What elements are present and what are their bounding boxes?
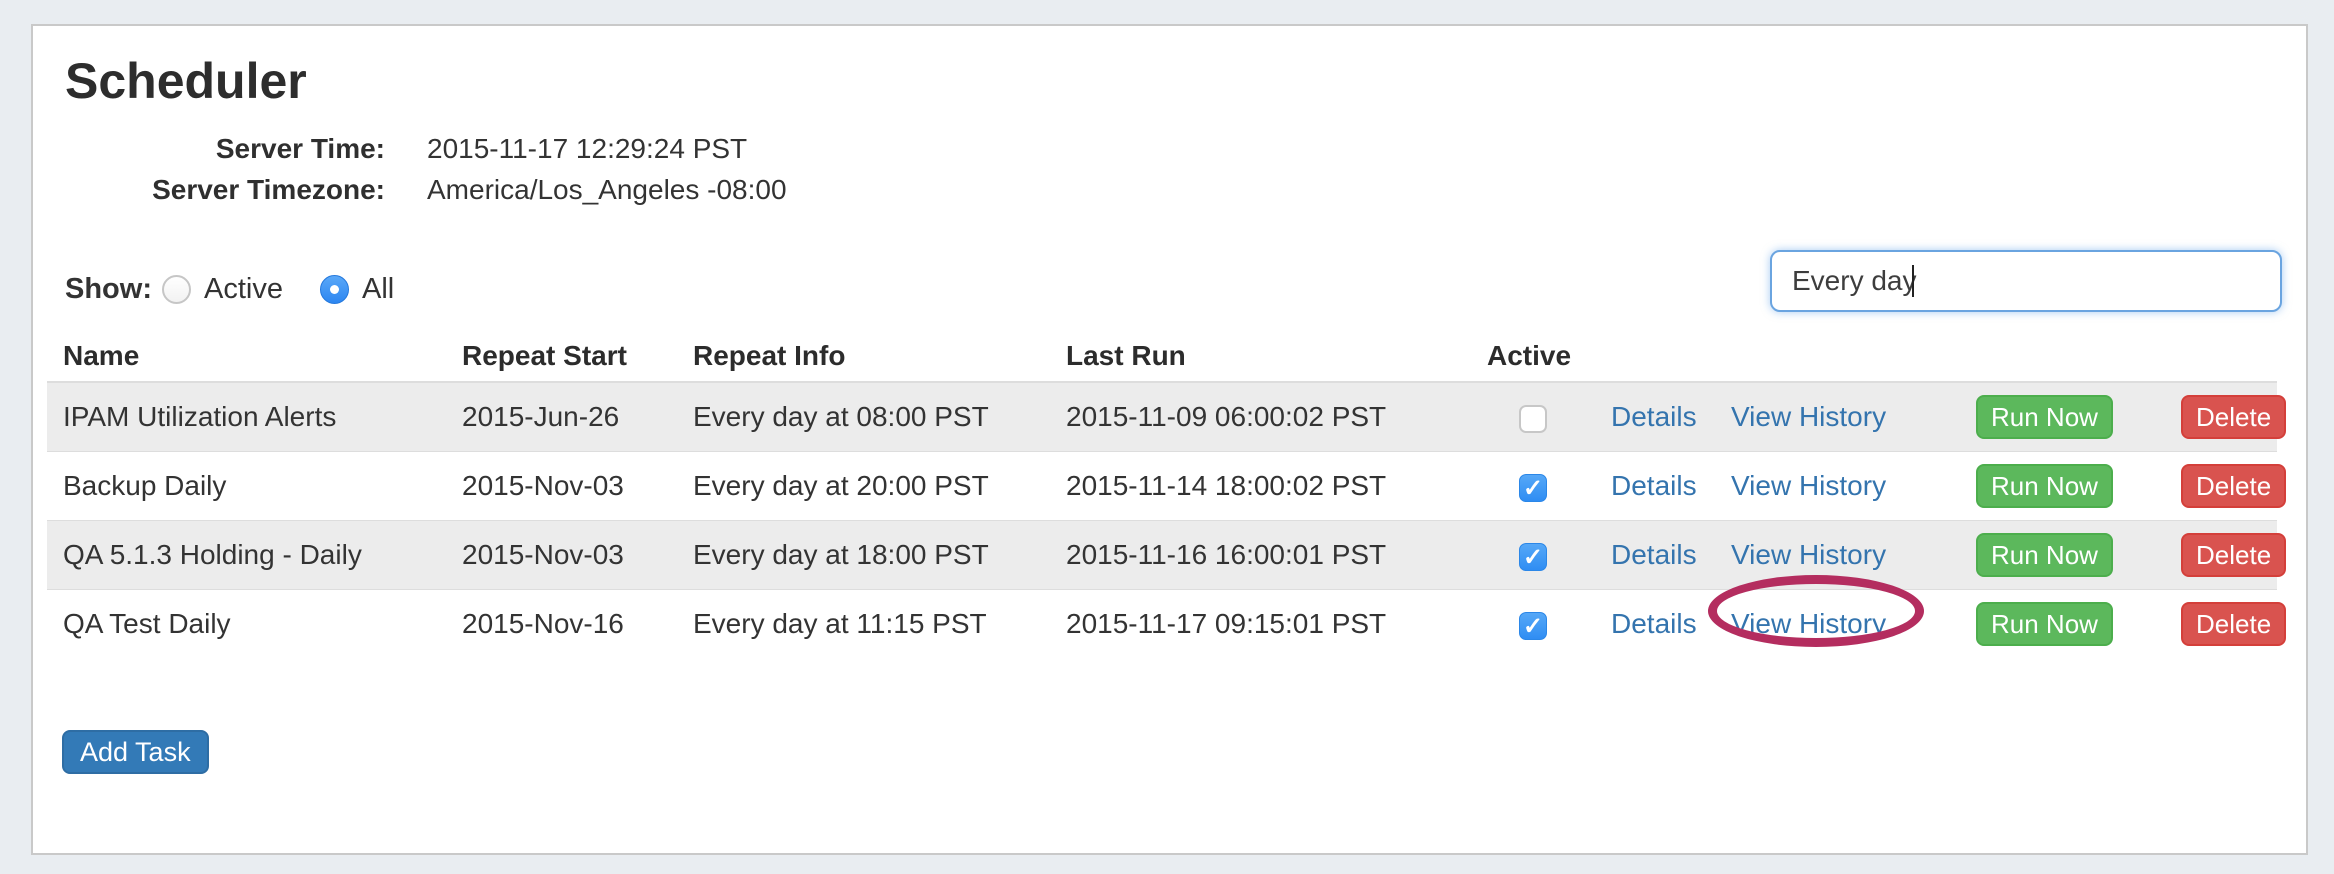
scheduler-table: Name Repeat Start Repeat Info Last Run A… — [47, 331, 2277, 658]
delete-cell: Delete — [2165, 521, 2277, 590]
view-history-cell: View History — [1715, 590, 1960, 659]
details-link[interactable]: Details — [1611, 401, 1697, 432]
header-repeat-start: Repeat Start — [446, 331, 677, 382]
header-actions-spacer — [1715, 331, 1960, 382]
radio-show-active-label[interactable]: Active — [204, 273, 283, 306]
table-row: Backup Daily 2015-Nov-03 Every day at 20… — [47, 452, 2277, 521]
task-name-cell: QA Test Daily — [47, 590, 446, 659]
repeat-start-cell: 2015-Nov-03 — [446, 452, 677, 521]
server-time-value: 2015-11-17 12:29:24 PST — [427, 128, 787, 169]
header-actions-spacer — [1595, 331, 1715, 382]
task-name-cell: QA 5.1.3 Holding - Daily — [47, 521, 446, 590]
view-history-link[interactable]: View History — [1731, 608, 1886, 639]
page-title: Scheduler — [65, 52, 307, 110]
delete-cell: Delete — [2165, 452, 2277, 521]
active-cell — [1471, 452, 1595, 521]
details-cell: Details — [1595, 452, 1715, 521]
run-now-cell: Run Now — [1960, 521, 2165, 590]
details-link[interactable]: Details — [1611, 608, 1697, 639]
repeat-start-cell: 2015-Nov-16 — [446, 590, 677, 659]
view-history-cell: View History — [1715, 521, 1960, 590]
delete-cell: Delete — [2165, 382, 2277, 452]
details-cell: Details — [1595, 590, 1715, 659]
active-checkbox[interactable] — [1519, 612, 1547, 640]
details-link[interactable]: Details — [1611, 539, 1697, 570]
last-run-cell: 2015-11-09 06:00:02 PST — [1050, 382, 1471, 452]
run-now-cell: Run Now — [1960, 452, 2165, 521]
radio-show-all-label[interactable]: All — [362, 273, 394, 306]
view-history-cell: View History — [1715, 382, 1960, 452]
view-history-link[interactable]: View History — [1731, 401, 1886, 432]
active-cell — [1471, 382, 1595, 452]
delete-button[interactable]: Delete — [2181, 602, 2286, 646]
delete-button[interactable]: Delete — [2181, 464, 2286, 508]
table-header-row: Name Repeat Start Repeat Info Last Run A… — [47, 331, 2277, 382]
repeat-info-cell: Every day at 08:00 PST — [677, 382, 1050, 452]
radio-show-all[interactable] — [320, 275, 349, 304]
active-cell — [1471, 590, 1595, 659]
delete-cell: Delete — [2165, 590, 2277, 659]
run-now-button[interactable]: Run Now — [1976, 464, 2113, 508]
radio-show-active[interactable] — [162, 275, 191, 304]
delete-button[interactable]: Delete — [2181, 395, 2286, 439]
table-row: QA Test Daily 2015-Nov-16 Every day at 1… — [47, 590, 2277, 659]
last-run-cell: 2015-11-16 16:00:01 PST — [1050, 521, 1471, 590]
view-history-cell: View History — [1715, 452, 1960, 521]
repeat-start-cell: 2015-Nov-03 — [446, 521, 677, 590]
active-cell — [1471, 521, 1595, 590]
active-checkbox[interactable] — [1519, 474, 1547, 502]
run-now-cell: Run Now — [1960, 590, 2165, 659]
repeat-start-cell: 2015-Jun-26 — [446, 382, 677, 452]
last-run-cell: 2015-11-14 18:00:02 PST — [1050, 452, 1471, 521]
details-cell: Details — [1595, 521, 1715, 590]
header-name: Name — [47, 331, 446, 382]
scheduler-panel: Scheduler Server Time: 2015-11-17 12:29:… — [31, 24, 2308, 855]
header-last-run: Last Run — [1050, 331, 1471, 382]
server-time-label: Server Time: — [65, 128, 385, 169]
server-timezone-label: Server Timezone: — [65, 169, 385, 210]
table-row: QA 5.1.3 Holding - Daily 2015-Nov-03 Eve… — [47, 521, 2277, 590]
active-checkbox[interactable] — [1519, 543, 1547, 571]
text-cursor — [1912, 265, 1914, 297]
task-name-cell: Backup Daily — [47, 452, 446, 521]
header-repeat-info: Repeat Info — [677, 331, 1050, 382]
delete-button[interactable]: Delete — [2181, 533, 2286, 577]
run-now-cell: Run Now — [1960, 382, 2165, 452]
details-cell: Details — [1595, 382, 1715, 452]
repeat-info-cell: Every day at 20:00 PST — [677, 452, 1050, 521]
run-now-button[interactable]: Run Now — [1976, 533, 2113, 577]
active-checkbox[interactable] — [1519, 405, 1547, 433]
run-now-button[interactable]: Run Now — [1976, 395, 2113, 439]
task-name-cell: IPAM Utilization Alerts — [47, 382, 446, 452]
table-row: IPAM Utilization Alerts 2015-Jun-26 Ever… — [47, 382, 2277, 452]
header-actions-spacer — [2165, 331, 2277, 382]
header-actions-spacer — [1960, 331, 2165, 382]
run-now-button[interactable]: Run Now — [1976, 602, 2113, 646]
repeat-info-cell: Every day at 18:00 PST — [677, 521, 1050, 590]
server-info: Server Time: 2015-11-17 12:29:24 PST Ser… — [65, 128, 787, 210]
add-task-button[interactable]: Add Task — [62, 730, 209, 774]
search-input[interactable] — [1770, 250, 2282, 312]
header-active: Active — [1471, 331, 1595, 382]
last-run-cell: 2015-11-17 09:15:01 PST — [1050, 590, 1471, 659]
search-field-wrap — [1770, 250, 2282, 312]
view-history-link[interactable]: View History — [1731, 539, 1886, 570]
details-link[interactable]: Details — [1611, 470, 1697, 501]
view-history-link[interactable]: View History — [1731, 470, 1886, 501]
show-filter: Show: Active All — [65, 269, 394, 309]
show-label: Show: — [65, 273, 152, 306]
repeat-info-cell: Every day at 11:15 PST — [677, 590, 1050, 659]
server-timezone-value: America/Los_Angeles -08:00 — [427, 169, 787, 210]
